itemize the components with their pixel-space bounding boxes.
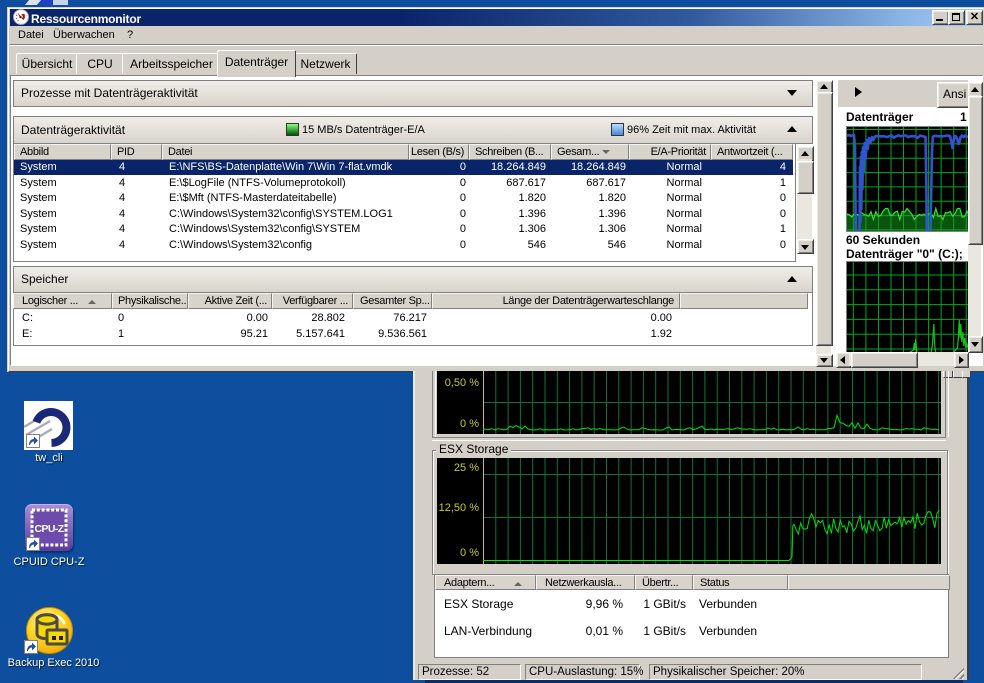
svg-text:CPU-Z: CPU-Z: [34, 523, 64, 535]
